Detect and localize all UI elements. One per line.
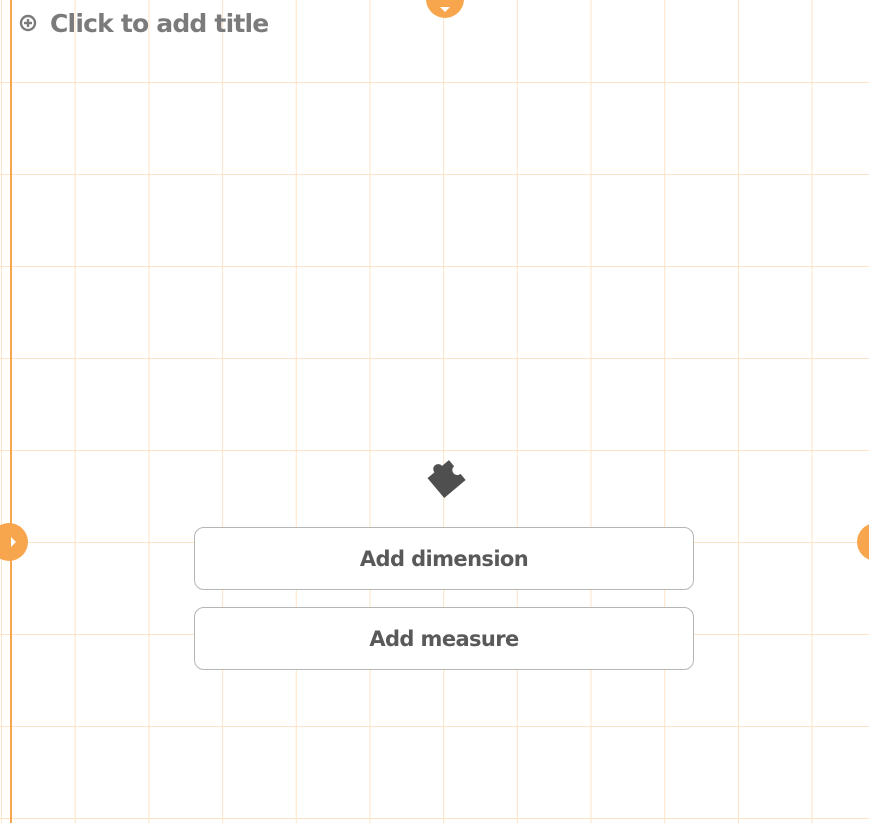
selected-object-border [10,0,12,823]
plus-circle-icon[interactable] [19,14,37,32]
puzzle-piece-icon [419,451,469,501]
resize-handle-right[interactable] [857,523,869,561]
add-dimension-button[interactable]: Add dimension [194,527,694,590]
chart-title-placeholder[interactable]: Click to add title [50,9,269,38]
chart-title[interactable]: Click to add title [19,6,269,40]
resize-handle-top[interactable] [426,0,464,18]
handle-arrow-icon [11,537,16,547]
sheet-edit-grid: Click to add title Add dimension Add mea… [0,0,869,823]
add-measure-button[interactable]: Add measure [194,607,694,670]
handle-arrow-icon [440,7,450,12]
resize-handle-left[interactable] [0,523,28,561]
